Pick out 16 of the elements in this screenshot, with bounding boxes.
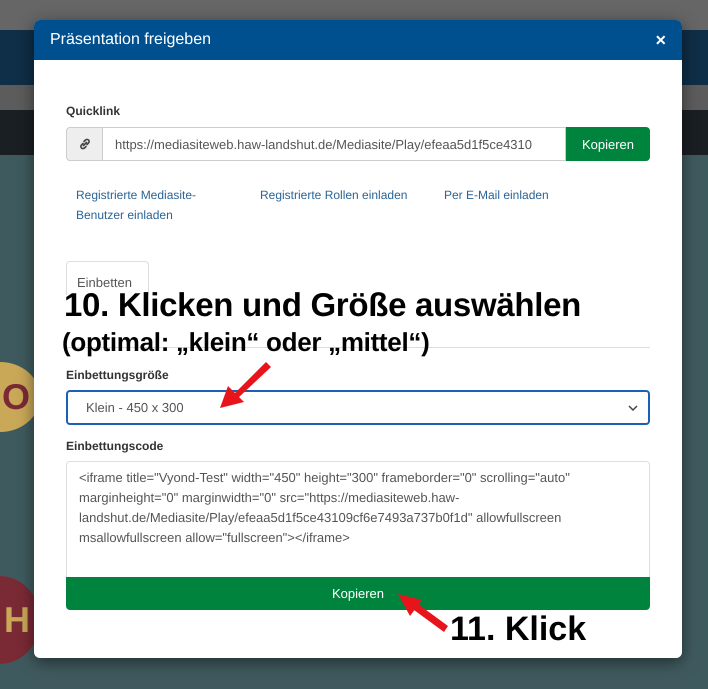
annotation-text: 11. Klick bbox=[450, 610, 586, 649]
invite-link[interactable]: Per E-Mail einladen bbox=[444, 185, 594, 225]
invite-link[interactable]: Registrierte Mediasite-Benutzer einladen bbox=[76, 185, 226, 225]
invite-link[interactable]: Registrierte Rollen einladen bbox=[260, 185, 410, 225]
quicklink-field[interactable]: https://mediasiteweb.haw-landshut.de/Mediasite/Play/efeaa5d1f5ce4310 bbox=[102, 127, 566, 161]
field-label: Quicklink bbox=[66, 104, 122, 118]
link-icon bbox=[78, 138, 90, 150]
dialog-title: Präsentation freigeben bbox=[50, 31, 211, 49]
size-dropdown[interactable]: Klein - 450 x 300 bbox=[66, 390, 650, 425]
field-label: Einbettungsgröße bbox=[66, 368, 170, 382]
copy-button[interactable]: Kopieren bbox=[66, 577, 650, 610]
field-label: Einbettungscode bbox=[66, 439, 164, 453]
copy-button[interactable]: Kopieren bbox=[566, 127, 650, 161]
chevron-down-icon bbox=[628, 404, 638, 410]
annotation-text: (optimal: „klein“ oder „mittel“) bbox=[62, 327, 430, 358]
close-button[interactable]: × bbox=[655, 30, 666, 50]
